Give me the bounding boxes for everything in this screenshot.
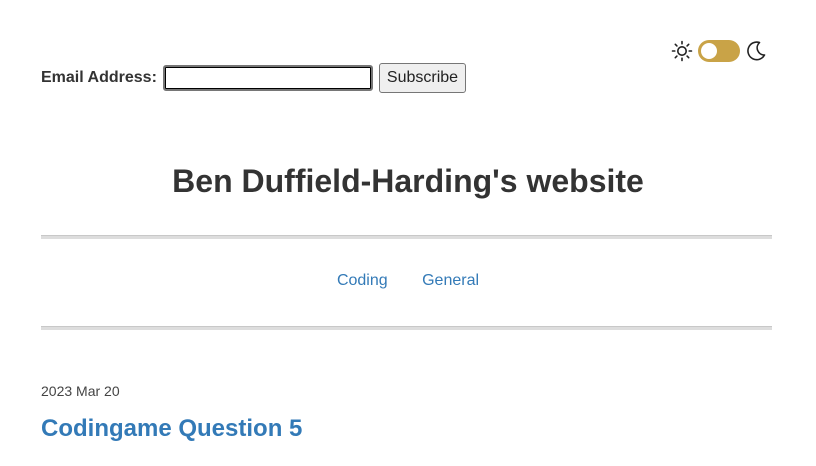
moon-icon: [745, 40, 767, 62]
nav-link-coding[interactable]: Coding: [337, 272, 388, 289]
header-divider-bottom: [41, 326, 772, 330]
subscribe-button[interactable]: Subscribe: [378, 63, 467, 93]
theme-toggle: [671, 40, 767, 62]
switch-knob: [701, 43, 717, 59]
post-title-link[interactable]: Codingame Question 5: [41, 413, 302, 445]
site-title: Ben Duffield-Harding's website: [172, 163, 644, 199]
sun-icon: [671, 40, 693, 62]
page: Email Address: Subscribe Ben Duffield-Ha…: [0, 0, 816, 466]
email-label: Email Address:: [41, 69, 157, 86]
category-nav: Coding General: [0, 272, 816, 290]
subscribe-form: Email Address: Subscribe: [41, 63, 467, 93]
nav-link-general[interactable]: General: [422, 272, 479, 289]
header-divider-top: [41, 235, 772, 239]
post-date: 2023 Mar 20: [41, 383, 120, 399]
email-field[interactable]: [162, 65, 373, 91]
theme-switch[interactable]: [698, 40, 740, 62]
